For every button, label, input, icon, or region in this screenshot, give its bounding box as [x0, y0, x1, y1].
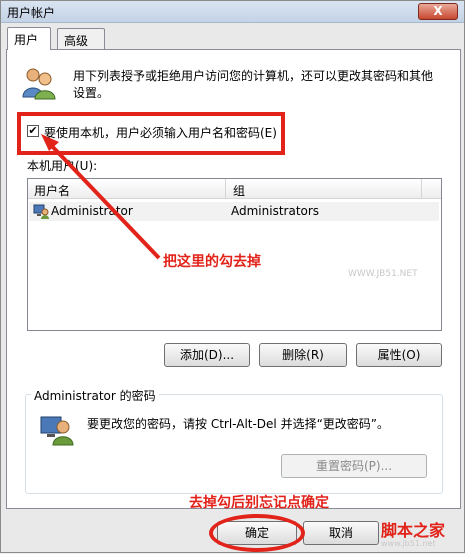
uncheck-annotation: 把这里的勾去掉: [163, 254, 261, 270]
tab-users[interactable]: 用户: [7, 27, 51, 50]
user-accounts-dialog: 用户帐户 X 用户 高级 用下列表授予或拒绝用户访问您的计算机，还可以更改其密码…: [0, 0, 465, 553]
confirm-annotation: 去掉勾后别忘记点确定: [189, 495, 329, 511]
annotation-arrow: [41, 134, 161, 260]
